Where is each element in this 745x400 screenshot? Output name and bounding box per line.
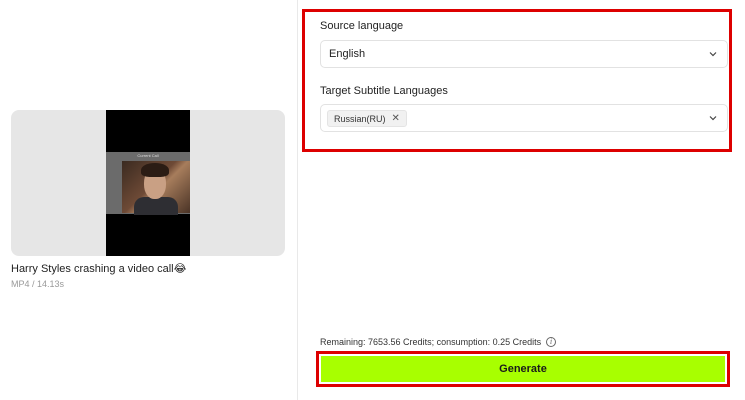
generate-highlight: Generate [316,351,730,387]
video-title: Harry Styles crashing a video call😂 [11,263,187,275]
target-languages-select[interactable]: Russian(RU) ✕ [320,104,728,132]
video-still-image [122,161,190,215]
language-chip-label: Russian(RU) [334,113,386,124]
call-overlay-text: Current Call [137,153,159,158]
person-hair [141,163,169,177]
target-languages-label: Target Subtitle Languages [320,85,448,97]
source-language-select[interactable]: English [320,40,728,68]
chevron-down-icon [709,116,717,121]
generate-button[interactable]: Generate [321,356,725,382]
language-chip: Russian(RU) ✕ [327,110,407,127]
source-language-label: Source language [320,20,404,32]
video-thumbnail[interactable]: Current Call [11,110,285,256]
chevron-down-icon [709,52,717,57]
credits-text: Remaining: 7653.56 Credits; consumption:… [320,337,542,347]
source-language-value: English [329,48,366,60]
panel-divider [297,0,298,400]
close-icon[interactable]: ✕ [392,113,400,124]
info-icon[interactable]: i [546,337,557,347]
video-panel: Current Call Harry Styles crashing a vid… [0,0,297,400]
video-call-frame: Current Call [106,152,190,215]
credits-info: Remaining: 7653.56 Credits; consumption:… [320,337,557,347]
video-canvas: Current Call [106,110,190,256]
video-meta: MP4 / 14.13s [11,279,65,289]
person-body [134,197,178,215]
language-settings: Source language English Target Subtitle … [302,9,732,152]
